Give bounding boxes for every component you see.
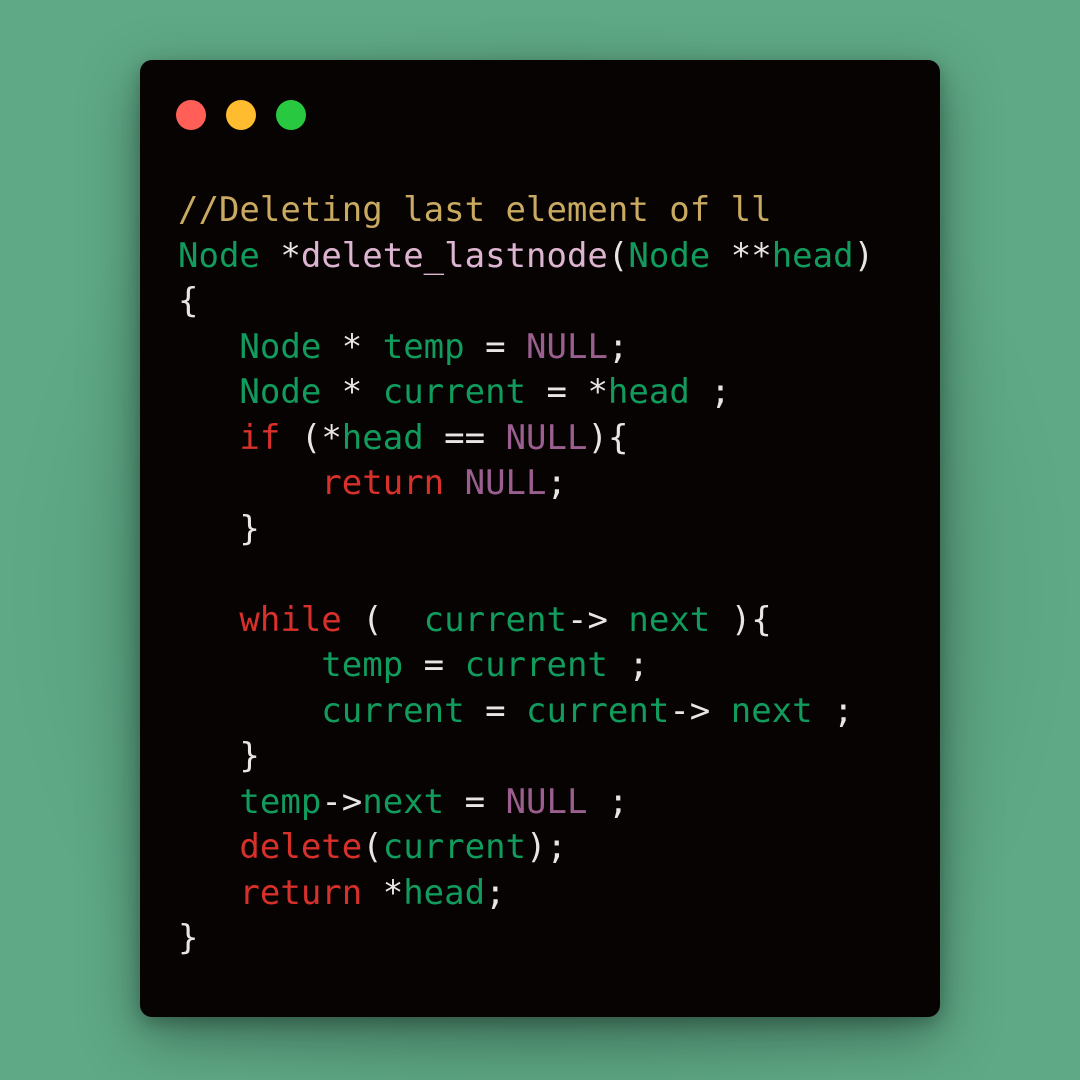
code-token-ident: temp bbox=[321, 645, 404, 685]
code-token-null: NULL bbox=[505, 781, 588, 822]
code-line: return NULL; bbox=[178, 461, 874, 507]
code-token-op: ( bbox=[607, 235, 629, 276]
code-token-op: == bbox=[423, 417, 506, 458]
code-line: Node * current = *head ; bbox=[178, 370, 874, 416]
code-line: while ( current-> next ){ bbox=[178, 598, 874, 644]
code-token-ident: current bbox=[464, 645, 608, 685]
code-token-op: -> bbox=[669, 690, 731, 731]
code-token-op: = bbox=[464, 690, 527, 731]
code-token-op: } bbox=[178, 736, 260, 776]
code-token-ident: head bbox=[341, 417, 424, 458]
code-token-op bbox=[178, 782, 239, 822]
code-line: if (*head == NULL){ bbox=[178, 416, 874, 462]
code-token-op bbox=[178, 600, 239, 640]
code-token-type: Node bbox=[628, 235, 711, 276]
code-token-null: NULL bbox=[526, 326, 608, 367]
code-token-ident: current bbox=[423, 599, 567, 640]
code-line: temp = current ; bbox=[178, 643, 874, 689]
minimize-button[interactable] bbox=[226, 100, 256, 130]
code-line: //Deleting last element of ll bbox=[178, 188, 874, 234]
code-token-op: (* bbox=[280, 417, 342, 458]
code-token-op bbox=[444, 463, 464, 503]
code-line: Node * temp = NULL; bbox=[178, 325, 874, 371]
code-token-op: = bbox=[444, 781, 506, 822]
code-token-op: * bbox=[362, 872, 404, 913]
close-button[interactable] bbox=[176, 100, 206, 130]
code-token-op: ); bbox=[526, 827, 567, 867]
code-token-ident: current bbox=[382, 372, 527, 412]
code-token-type: Node bbox=[178, 235, 260, 276]
code-token-op: -> bbox=[321, 781, 363, 822]
code-token-kw: while bbox=[239, 599, 342, 640]
code-token-ident: current bbox=[321, 690, 465, 731]
code-token-comment: //Deleting last element of ll bbox=[178, 190, 772, 230]
code-token-op: ){ bbox=[587, 417, 629, 458]
code-line: current = current-> next ; bbox=[178, 689, 874, 735]
code-token-op: ){ bbox=[710, 599, 772, 640]
code-token-op bbox=[178, 691, 321, 731]
code-window: //Deleting last element of ll Node *delet… bbox=[140, 60, 940, 1017]
code-token-kw: return bbox=[321, 463, 445, 503]
code-token-op: = * bbox=[526, 372, 608, 412]
code-token-ident: temp bbox=[382, 326, 465, 367]
code-token-op: = bbox=[403, 645, 465, 685]
code-token-op: } bbox=[178, 918, 199, 958]
code-token-op bbox=[178, 463, 321, 503]
code-token-op bbox=[178, 827, 239, 867]
code-line: } bbox=[178, 916, 874, 962]
code-block: //Deleting last element of ll Node *delet… bbox=[178, 188, 874, 962]
code-token-null: NULL bbox=[464, 463, 547, 503]
code-line: return *head; bbox=[178, 871, 874, 917]
code-token-op: } bbox=[178, 508, 260, 549]
code-line: Node *delete_lastnode(Node **head) bbox=[178, 234, 874, 280]
code-token-op: ) bbox=[853, 235, 875, 276]
code-token-op: = bbox=[464, 326, 527, 367]
code-token-ident: next bbox=[730, 690, 813, 731]
code-token-op: ( bbox=[341, 599, 424, 640]
code-token-kw: if bbox=[239, 417, 281, 458]
code-token-op: ( bbox=[362, 827, 383, 867]
code-token-op: ; bbox=[689, 372, 731, 412]
code-token-type: Node bbox=[239, 372, 322, 412]
code-token-ident: current bbox=[526, 690, 670, 731]
code-token-op: ; bbox=[607, 326, 629, 367]
code-line: temp->next = NULL ; bbox=[178, 780, 874, 826]
code-token-op: * bbox=[321, 326, 383, 367]
code-line: delete(current); bbox=[178, 825, 874, 871]
code-token-ident: head bbox=[771, 235, 854, 276]
code-token-op bbox=[178, 873, 239, 913]
code-token-op: -> bbox=[566, 599, 629, 640]
code-line: } bbox=[178, 734, 874, 780]
code-token-op bbox=[178, 372, 239, 412]
code-token-op: ; bbox=[812, 690, 854, 731]
code-token-op: ; bbox=[546, 463, 567, 503]
code-token-null: NULL bbox=[505, 417, 588, 458]
code-token-ident: current bbox=[382, 827, 527, 867]
code-line: } bbox=[178, 507, 874, 553]
code-token-ident: head bbox=[607, 372, 690, 412]
code-token-op bbox=[178, 327, 239, 367]
code-token-op bbox=[178, 645, 321, 685]
code-token-ident: temp bbox=[239, 781, 322, 822]
code-token-ident: next bbox=[628, 599, 711, 640]
code-token-type: Node bbox=[239, 326, 322, 367]
code-token-op: { bbox=[178, 281, 199, 321]
code-token-op bbox=[178, 418, 239, 458]
code-token-op: * bbox=[321, 372, 383, 412]
code-token-ident: head bbox=[403, 872, 486, 913]
code-token-op: ** bbox=[710, 235, 772, 276]
code-token-op: ; bbox=[587, 781, 629, 822]
code-token-kw: return bbox=[239, 872, 363, 913]
maximize-button[interactable] bbox=[276, 100, 306, 130]
code-token-op: ; bbox=[485, 872, 506, 913]
code-token-ident: next bbox=[362, 781, 445, 822]
code-token-kw: delete bbox=[239, 827, 363, 867]
code-token-func: delete_lastnode bbox=[300, 235, 608, 276]
code-token-op: * bbox=[259, 235, 301, 276]
code-token-op: ; bbox=[607, 645, 649, 685]
code-line: { bbox=[178, 279, 874, 325]
window-controls bbox=[176, 100, 306, 130]
